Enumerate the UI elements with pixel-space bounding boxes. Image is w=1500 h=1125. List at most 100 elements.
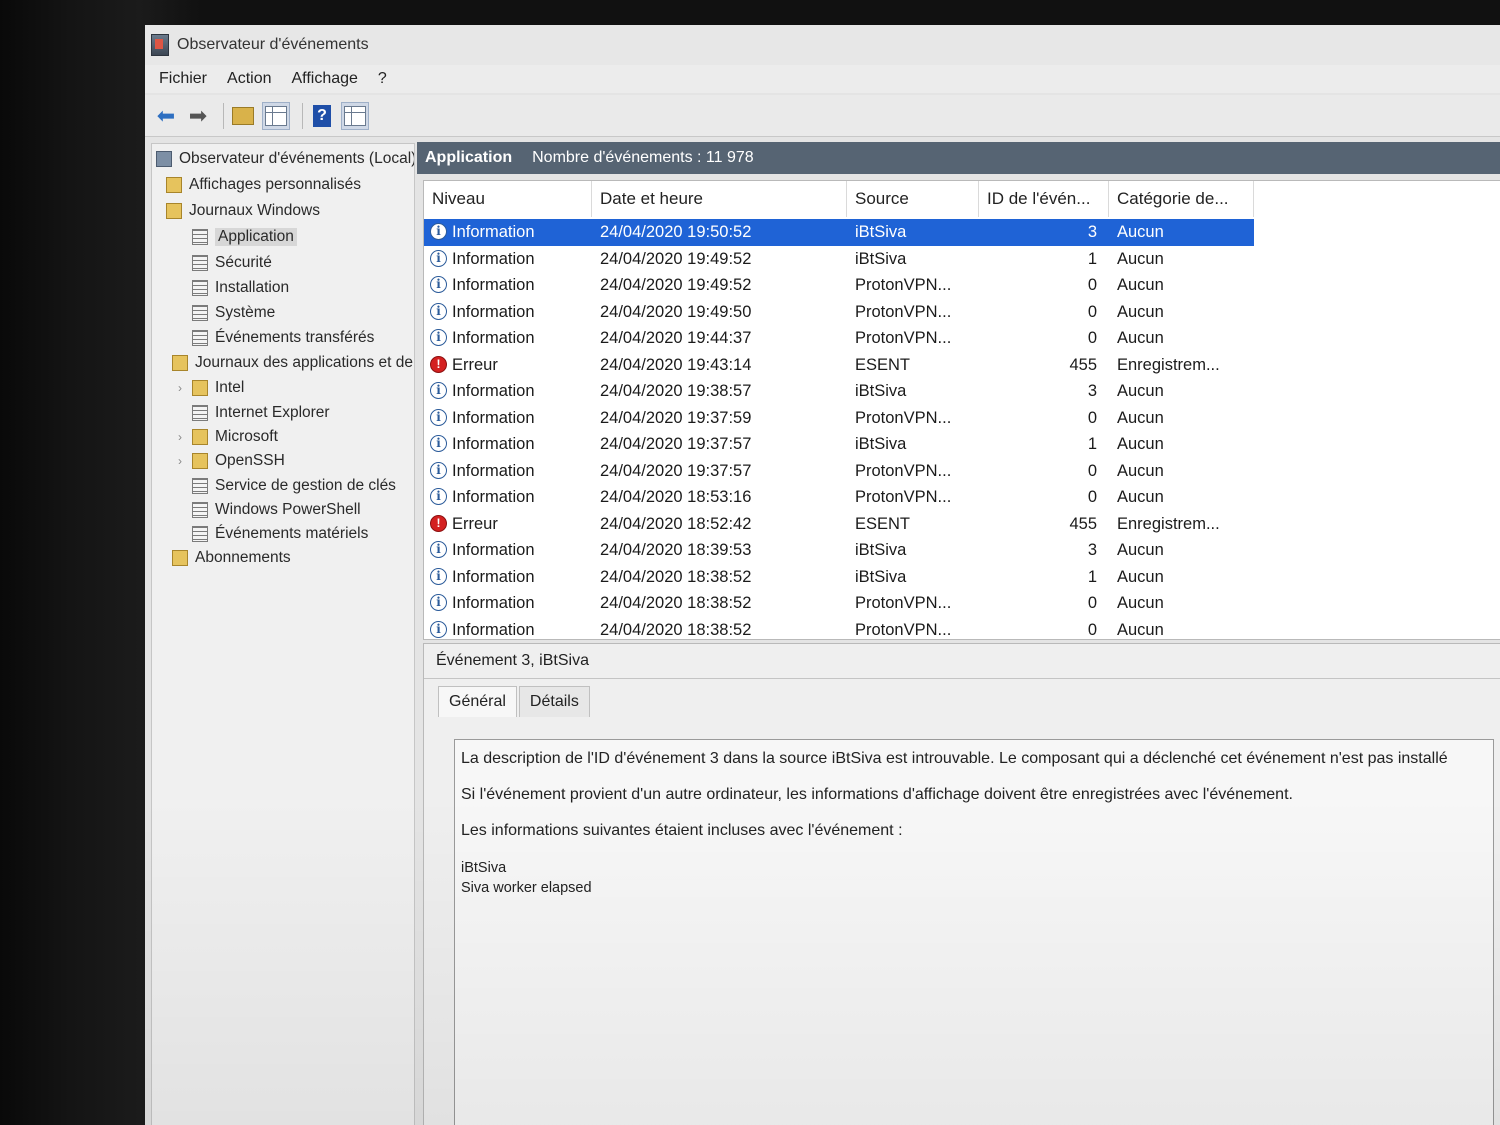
cell-id: 1 xyxy=(1087,435,1097,453)
tree-item-microsoft[interactable]: › Microsoft xyxy=(178,428,278,446)
tree-item-hardware-events[interactable]: Événements matériels xyxy=(192,525,368,543)
cell-category: Aucun xyxy=(1117,488,1164,506)
table-row[interactable]: i Information 24/04/2020 18:38:52 ProtonVPN… xyxy=(424,617,1254,640)
event-detail-pane: Événement 3, iBtSiva Général Détails La … xyxy=(423,643,1500,1125)
table-row[interactable]: i Information 24/04/2020 18:38:52 ProtonVPN… xyxy=(424,590,1254,617)
window-title: Observateur d'événements xyxy=(177,36,369,53)
cell-date: 24/04/2020 18:39:53 xyxy=(600,541,752,559)
cell-level: Information xyxy=(452,382,535,400)
tree-item-installation[interactable]: Installation xyxy=(192,279,289,297)
tree-root[interactable]: Observateur d'événements (Local) xyxy=(156,150,414,168)
folder-icon xyxy=(172,355,188,371)
menu-affichage[interactable]: Affichage xyxy=(291,70,357,88)
menu-action[interactable]: Action xyxy=(227,70,271,88)
cell-level: Information xyxy=(452,276,535,294)
column-niveau[interactable]: Niveau xyxy=(424,181,592,217)
tree-item-powershell[interactable]: Windows PowerShell xyxy=(192,501,361,519)
tree-item-key-management[interactable]: Service de gestion de clés xyxy=(192,477,396,495)
tree-windows-logs[interactable]: Journaux Windows xyxy=(166,202,320,220)
table-row[interactable]: ! Erreur 24/04/2020 19:43:14 ESENT 455 Enregi… xyxy=(424,352,1254,379)
tree-item-internet-explorer[interactable]: Internet Explorer xyxy=(192,404,330,422)
tree-item-securite[interactable]: Sécurité xyxy=(192,254,272,272)
description-line: La description de l'ID d'événement 3 dan… xyxy=(461,750,1448,767)
tree-item-systeme[interactable]: Système xyxy=(192,304,275,322)
cell-level: Erreur xyxy=(452,514,498,533)
table-row[interactable]: i Information 24/04/2020 19:49:50 ProtonVPN… xyxy=(424,299,1254,326)
folder-up-icon[interactable] xyxy=(230,103,256,129)
table-row[interactable]: i Information 24/04/2020 18:39:53 iBtSiva 3 A… xyxy=(424,537,1254,564)
cell-date: 24/04/2020 19:49:52 xyxy=(600,249,752,268)
cell-id: 0 xyxy=(1087,408,1097,427)
description-line: Si l'événement provient d'un autre ordin… xyxy=(461,786,1293,803)
cell-id: 1 xyxy=(1087,249,1097,268)
cell-id: 0 xyxy=(1087,488,1097,506)
cell-category: Enregistrem... xyxy=(1117,355,1220,374)
chevron-right-icon[interactable]: › xyxy=(178,454,192,468)
divider xyxy=(424,678,1500,679)
show-hide-action-pane-icon[interactable] xyxy=(341,101,369,130)
information-icon: i xyxy=(430,594,447,611)
tree-item-application[interactable]: Application xyxy=(192,228,297,246)
cell-source: ProtonVPN... xyxy=(855,620,952,639)
table-row[interactable]: i Information 24/04/2020 19:44:37 ProtonVPN… xyxy=(424,325,1254,352)
tree-item-forwarded-events[interactable]: Événements transférés xyxy=(192,329,374,347)
tree-subscriptions[interactable]: Abonnements xyxy=(172,549,291,567)
tree-item-openssh[interactable]: › OpenSSH xyxy=(178,452,285,470)
table-row[interactable]: i Information 24/04/2020 18:53:16 ProtonVPN… xyxy=(424,484,1254,511)
cell-source: ProtonVPN... xyxy=(855,594,952,612)
column-event-id[interactable]: ID de l'évén... xyxy=(979,181,1109,217)
table-row[interactable]: i Information 24/04/2020 18:38:52 iBtSiva 1 A… xyxy=(424,564,1254,591)
table-row[interactable]: ! Erreur 24/04/2020 18:52:42 ESENT 455 Enregi… xyxy=(424,511,1254,538)
cell-category: Aucun xyxy=(1117,594,1164,612)
back-arrow-icon[interactable]: ⬅ xyxy=(153,103,179,129)
cell-level: Information xyxy=(452,594,535,612)
help-icon[interactable]: ? xyxy=(309,103,335,129)
cell-category: Enregistrem... xyxy=(1117,514,1220,533)
title-bar: Observateur d'événements xyxy=(145,25,1500,65)
column-category[interactable]: Catégorie de... xyxy=(1109,181,1254,217)
column-date[interactable]: Date et heure xyxy=(592,181,847,217)
cell-category: Aucun xyxy=(1117,249,1164,268)
table-row[interactable]: i Information 24/04/2020 19:38:57 iBtSiva 3 A… xyxy=(424,378,1254,405)
table-row[interactable]: i Information 24/04/2020 19:37:57 ProtonVPN… xyxy=(424,458,1254,485)
table-row[interactable]: i Information 24/04/2020 19:37:59 ProtonVPN… xyxy=(424,405,1254,432)
error-icon: ! xyxy=(430,514,447,532)
column-source[interactable]: Source xyxy=(847,181,979,217)
information-icon: i xyxy=(430,249,447,267)
chevron-right-icon[interactable]: › xyxy=(178,381,192,395)
menu-fichier[interactable]: Fichier xyxy=(159,70,207,88)
cell-id: 0 xyxy=(1087,329,1097,347)
table-row[interactable]: i Information 24/04/2020 19:37:57 iBtSiva 1 A… xyxy=(424,431,1254,458)
tab-general[interactable]: Général xyxy=(438,686,517,717)
cell-source: ESENT xyxy=(855,514,911,533)
log-icon xyxy=(192,330,208,346)
information-icon: i xyxy=(430,302,447,320)
cell-date: 24/04/2020 19:49:50 xyxy=(600,302,752,321)
log-icon xyxy=(192,280,208,296)
table-row[interactable]: i Information 24/04/2020 19:49:52 iBtSiva 1 A… xyxy=(424,246,1254,273)
cell-id: 3 xyxy=(1087,223,1097,241)
cell-date: 24/04/2020 19:50:52 xyxy=(600,223,752,241)
table-row[interactable]: i Information 24/04/2020 19:49:52 ProtonVPN… xyxy=(424,272,1254,299)
cell-id: 455 xyxy=(1069,514,1097,533)
chevron-right-icon[interactable]: › xyxy=(178,430,192,444)
tree-apps-logs[interactable]: Journaux des applications et de xyxy=(172,354,413,372)
tab-details[interactable]: Détails xyxy=(518,686,590,717)
detail-title: Événement 3, iBtSiva xyxy=(436,652,589,669)
table-row[interactable]: i Information 24/04/2020 19:50:52 iBtSiva 3 A… xyxy=(424,219,1254,246)
error-icon: ! xyxy=(430,355,447,373)
detail-tabs: Général Détails xyxy=(438,686,592,717)
tree-item-intel[interactable]: › Intel xyxy=(178,379,244,397)
cell-level: Information xyxy=(452,488,535,506)
menu-help[interactable]: ? xyxy=(378,70,387,88)
cell-date: 24/04/2020 19:49:52 xyxy=(600,276,752,294)
cell-category: Aucun xyxy=(1117,567,1164,586)
forward-arrow-icon[interactable]: ➡ xyxy=(185,103,211,129)
cell-date: 24/04/2020 18:38:52 xyxy=(600,594,752,612)
show-hide-tree-icon[interactable] xyxy=(262,101,290,130)
cell-source: iBtSiva xyxy=(855,249,907,268)
cell-source: iBtSiva xyxy=(855,435,907,453)
tree-custom-views[interactable]: Affichages personnalisés xyxy=(166,176,361,194)
cell-source: ProtonVPN... xyxy=(855,408,952,427)
information-icon: i xyxy=(430,329,447,346)
